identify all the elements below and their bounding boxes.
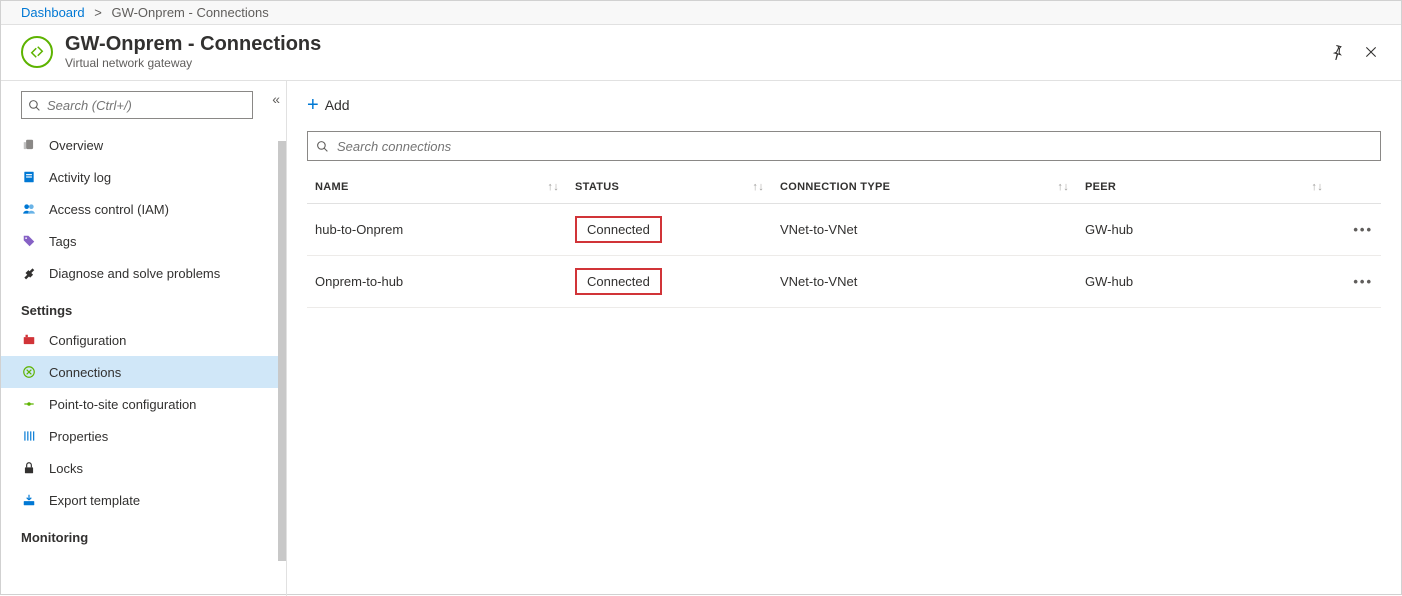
sidebar-scrollbar[interactable]: [278, 81, 286, 596]
sidebar-item-label: Export template: [49, 493, 140, 508]
sidebar-item-label: Access control (IAM): [49, 202, 169, 217]
row-more-button[interactable]: •••: [1331, 256, 1381, 308]
sidebar-item-point-to-site[interactable]: Point-to-site configuration: [1, 388, 286, 420]
sort-icon: ↑↓: [547, 181, 559, 193]
page-header: GW-Onprem - Connections Virtual network …: [1, 25, 1401, 81]
status-badge: Connected: [575, 216, 662, 243]
sort-icon: ↑↓: [752, 181, 764, 193]
sidebar-section-settings: Settings: [1, 289, 286, 324]
cell-name: Onprem-to-hub: [307, 256, 567, 308]
sidebar-item-label: Properties: [49, 429, 108, 444]
diagnose-icon: [21, 265, 37, 281]
properties-icon: [21, 428, 37, 444]
sidebar-item-configuration[interactable]: Configuration: [1, 324, 286, 356]
column-header-peer[interactable]: PEER↑↓: [1077, 171, 1331, 204]
sidebar-item-overview[interactable]: Overview: [1, 129, 286, 161]
status-badge: Connected: [575, 268, 662, 295]
column-header-type[interactable]: CONNECTION TYPE↑↓: [772, 171, 1077, 204]
sidebar-item-properties[interactable]: Properties: [1, 420, 286, 452]
iam-icon: [21, 201, 37, 217]
main-content: + Add NAME↑↓ STATUS↑↓ CONNECTION TYPE↑↓ …: [287, 81, 1401, 596]
search-icon: [316, 140, 329, 153]
sidebar-item-label: Locks: [49, 461, 83, 476]
close-icon[interactable]: [1361, 42, 1381, 62]
sidebar-search[interactable]: [21, 91, 253, 119]
configuration-icon: [21, 332, 37, 348]
search-icon: [28, 99, 41, 112]
tags-icon: [21, 233, 37, 249]
connections-icon: [21, 364, 37, 380]
sidebar-item-access-control[interactable]: Access control (IAM): [1, 193, 286, 225]
sidebar-item-label: Configuration: [49, 333, 126, 348]
pin-icon[interactable]: [1327, 42, 1347, 62]
page-title: GW-Onprem - Connections: [65, 33, 321, 56]
page-subtitle: Virtual network gateway: [65, 56, 321, 70]
sidebar-item-diagnose[interactable]: Diagnose and solve problems: [1, 257, 286, 289]
cell-peer: GW-hub: [1077, 204, 1331, 256]
sidebar: « Overview Activity log Access control (…: [1, 81, 287, 596]
plus-icon: +: [307, 95, 319, 115]
toolbar: + Add: [307, 95, 1381, 115]
cell-peer: GW-hub: [1077, 256, 1331, 308]
sidebar-item-label: Tags: [49, 234, 76, 249]
sort-icon: ↑↓: [1057, 181, 1069, 193]
table-row[interactable]: hub-to-Onprem Connected VNet-to-VNet GW-…: [307, 204, 1381, 256]
column-header-status[interactable]: STATUS↑↓: [567, 171, 772, 204]
sidebar-item-label: Diagnose and solve problems: [49, 266, 220, 281]
cell-status: Connected: [567, 256, 772, 308]
sort-icon: ↑↓: [1311, 181, 1323, 193]
breadcrumb-current: GW-Onprem - Connections: [111, 5, 268, 20]
column-header-name[interactable]: NAME↑↓: [307, 171, 567, 204]
sidebar-item-label: Connections: [49, 365, 121, 380]
sidebar-item-label: Point-to-site configuration: [49, 397, 196, 412]
sidebar-item-label: Overview: [49, 138, 103, 153]
sidebar-section-monitoring: Monitoring: [1, 516, 286, 551]
add-button-label: Add: [325, 97, 350, 113]
export-icon: [21, 492, 37, 508]
sidebar-item-tags[interactable]: Tags: [1, 225, 286, 257]
sidebar-item-export-template[interactable]: Export template: [1, 484, 286, 516]
breadcrumb-separator: >: [94, 5, 102, 20]
breadcrumb-root[interactable]: Dashboard: [21, 5, 85, 20]
cell-type: VNet-to-VNet: [772, 204, 1077, 256]
sidebar-search-input[interactable]: [47, 98, 246, 113]
sidebar-item-activity-log[interactable]: Activity log: [1, 161, 286, 193]
activity-log-icon: [21, 169, 37, 185]
cell-status: Connected: [567, 204, 772, 256]
locks-icon: [21, 460, 37, 476]
connections-search-input[interactable]: [337, 139, 1372, 154]
connections-table: NAME↑↓ STATUS↑↓ CONNECTION TYPE↑↓ PEER↑↓…: [307, 171, 1381, 308]
row-more-button[interactable]: •••: [1331, 204, 1381, 256]
breadcrumb: Dashboard > GW-Onprem - Connections: [1, 1, 1401, 25]
overview-icon: [21, 137, 37, 153]
cell-type: VNet-to-VNet: [772, 256, 1077, 308]
cell-name: hub-to-Onprem: [307, 204, 567, 256]
sidebar-item-locks[interactable]: Locks: [1, 452, 286, 484]
connections-search[interactable]: [307, 131, 1381, 161]
p2s-icon: [21, 396, 37, 412]
resource-icon: [21, 36, 53, 68]
add-button[interactable]: + Add: [307, 95, 350, 115]
sidebar-item-connections[interactable]: Connections: [1, 356, 286, 388]
table-row[interactable]: Onprem-to-hub Connected VNet-to-VNet GW-…: [307, 256, 1381, 308]
sidebar-item-label: Activity log: [49, 170, 111, 185]
